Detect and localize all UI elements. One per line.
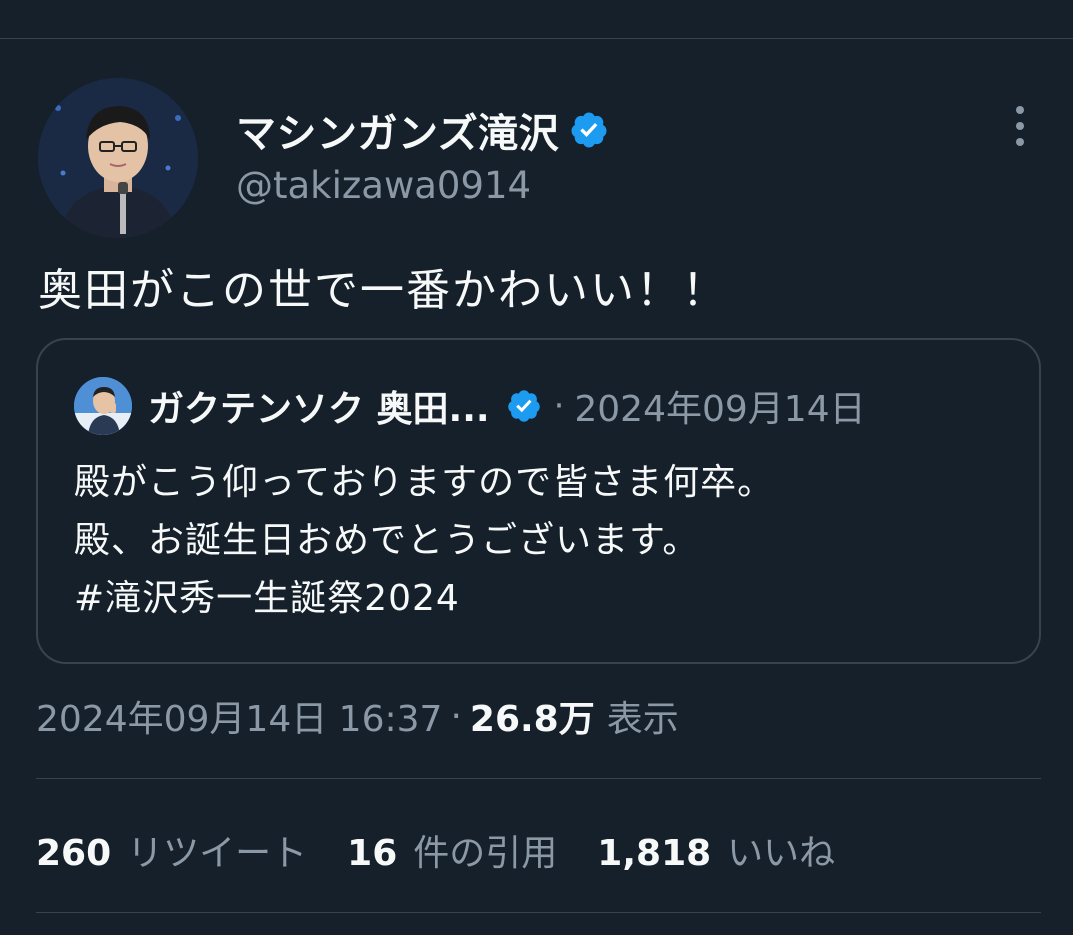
divider — [36, 912, 1041, 913]
quoted-tweet-card[interactable]: ガクテンソク 奥田... · 2024年09月14日 殿がこう仰っておりますので… — [36, 338, 1041, 664]
views-count: 26.8万 — [469, 699, 595, 740]
likes-stat[interactable]: 1,818 いいね — [597, 824, 835, 876]
divider — [36, 778, 1041, 779]
author-name-row[interactable]: マシンガンズ滝沢 — [236, 101, 609, 159]
tweet-timestamp[interactable]: 2024年09月14日 16:37 — [36, 690, 442, 742]
quoted-text-line: 殿がこう仰っておりますので皆さま何卒。 — [74, 462, 775, 503]
likes-label: いいね — [727, 833, 836, 874]
retweets-label: リツイート — [127, 833, 308, 874]
more-options-button[interactable] — [1000, 104, 1040, 148]
quoted-hashtag[interactable]: #滝沢秀一生誕祭2024 — [74, 570, 774, 628]
verified-badge-icon — [507, 390, 540, 422]
likes-count: 1,818 — [597, 833, 712, 874]
quoted-tweet-text: 殿がこう仰っておりますので皆さま何卒。 殿、お誕生日おめでとうございます。 #滝… — [74, 454, 774, 628]
quotes-label: 件の引用 — [413, 833, 558, 874]
author-avatar-image — [38, 78, 198, 238]
quotes-count: 16 — [347, 833, 398, 874]
tweet-text: 奥田がこの世で一番かわいい！！ — [38, 265, 728, 316]
quoted-separator: · — [553, 386, 565, 426]
meta-separator: · — [450, 695, 462, 737]
quoted-date[interactable]: 2024年09月14日 — [574, 380, 865, 432]
quoted-tweet-header: ガクテンソク 奥田... · 2024年09月14日 — [74, 376, 866, 436]
author-handle[interactable]: @takizawa0914 — [236, 164, 531, 207]
quoted-author-avatar[interactable] — [74, 377, 132, 435]
verified-badge-icon — [571, 112, 607, 148]
more-vertical-icon — [1016, 106, 1024, 146]
views-label: 表示 — [606, 699, 679, 740]
top-divider — [0, 38, 1073, 39]
author-name[interactable]: マシンガンズ滝沢 — [236, 101, 559, 159]
retweets-stat[interactable]: 260 リツイート — [36, 824, 307, 876]
tweet-meta: 2024年09月14日 16:37 · 26.8万 表示 — [36, 688, 679, 744]
retweets-count: 260 — [36, 833, 112, 874]
quoted-author-name[interactable]: ガクテンソク 奥田... — [148, 380, 490, 432]
author-avatar[interactable] — [38, 78, 198, 238]
quoted-text-line: 殿、お誕生日おめでとうございます。 — [74, 520, 700, 561]
tweet-stats: 260 リツイート 16 件の引用 1,818 いいね — [36, 822, 875, 878]
quotes-stat[interactable]: 16 件の引用 — [347, 824, 557, 876]
quoted-author-avatar-image — [74, 377, 132, 435]
